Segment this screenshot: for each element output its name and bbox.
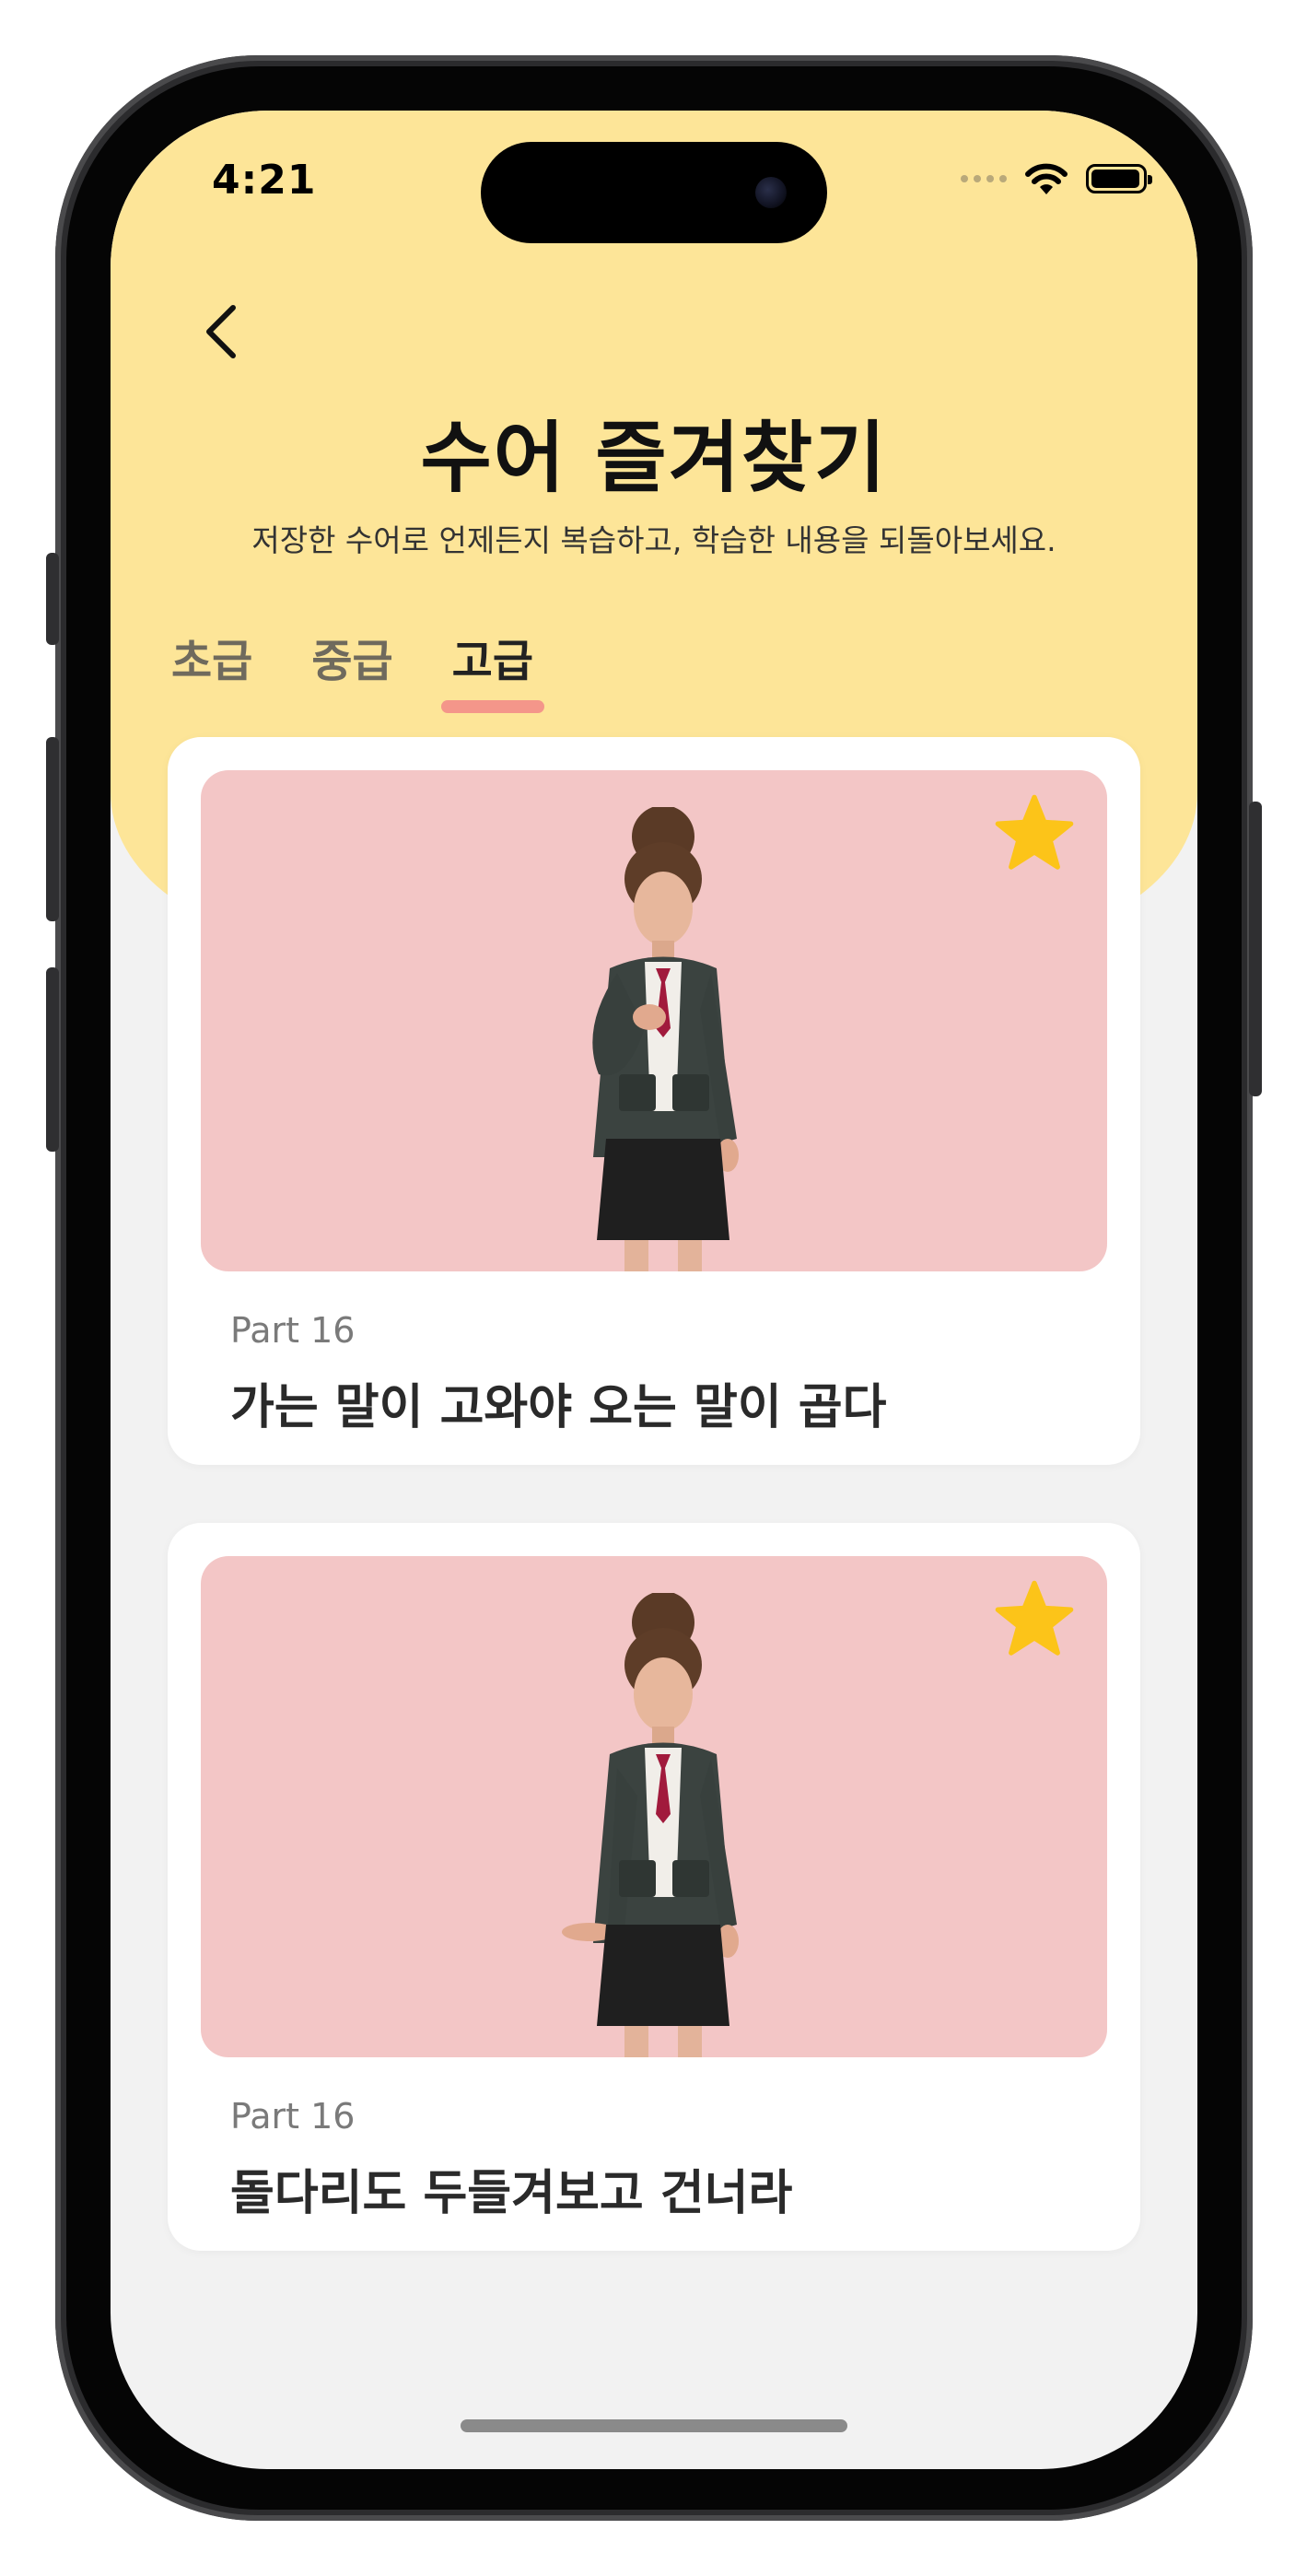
camera-dot: [755, 177, 787, 208]
card-title: 가는 말이 고와야 오는 말이 곱다: [230, 1380, 887, 1435]
app-screen: 4:21 수어 즐겨찾기 저장한 수어로 언제든지 복습하고, 학습한 내용을 …: [111, 111, 1197, 2469]
card-part-label: Part 16: [230, 2096, 356, 2137]
wifi-icon: [1025, 163, 1068, 194]
home-indicator[interactable]: [461, 2419, 847, 2432]
signal-icon: [961, 175, 1007, 182]
power-button: [1249, 802, 1262, 1096]
favorite-card[interactable]: Part 16 가는 말이 고와야 오는 말이 곱다: [168, 737, 1140, 1465]
back-button[interactable]: [184, 295, 258, 369]
chevron-left-icon: [206, 305, 236, 358]
star-favorite-icon[interactable]: [993, 792, 1076, 875]
action-button: [46, 553, 59, 645]
dynamic-island: [481, 142, 827, 243]
card-title: 돌다리도 두들겨보고 건너라: [230, 2166, 793, 2221]
tab-intermediate[interactable]: 중급: [306, 617, 398, 719]
page-subtitle: 저장한 수어로 언제든지 복습하고, 학습한 내용을 되돌아보세요.: [251, 522, 1056, 558]
volume-down-button: [46, 967, 59, 1152]
tab-advanced[interactable]: 고급: [440, 617, 545, 719]
favorite-card[interactable]: Part 16 돌다리도 두들겨보고 건너라: [168, 1523, 1140, 2251]
card-part-label: Part 16: [230, 1310, 356, 1351]
status-icons: [961, 158, 1152, 199]
star-favorite-icon[interactable]: [993, 1578, 1076, 1661]
avatar-signing-illustration: [592, 807, 739, 1271]
tab-beginner[interactable]: 초급: [166, 617, 258, 719]
sign-video-thumbnail[interactable]: [201, 770, 1107, 1271]
page-title: 수어 즐겨찾기: [420, 413, 888, 503]
battery-icon: [1086, 164, 1152, 193]
status-time: 4:21: [212, 157, 317, 204]
volume-up-button: [46, 737, 59, 921]
level-tabs: 초급 중급 고급: [166, 617, 545, 719]
avatar-signing-illustration: [562, 1593, 739, 2057]
sign-video-thumbnail[interactable]: [201, 1556, 1107, 2057]
